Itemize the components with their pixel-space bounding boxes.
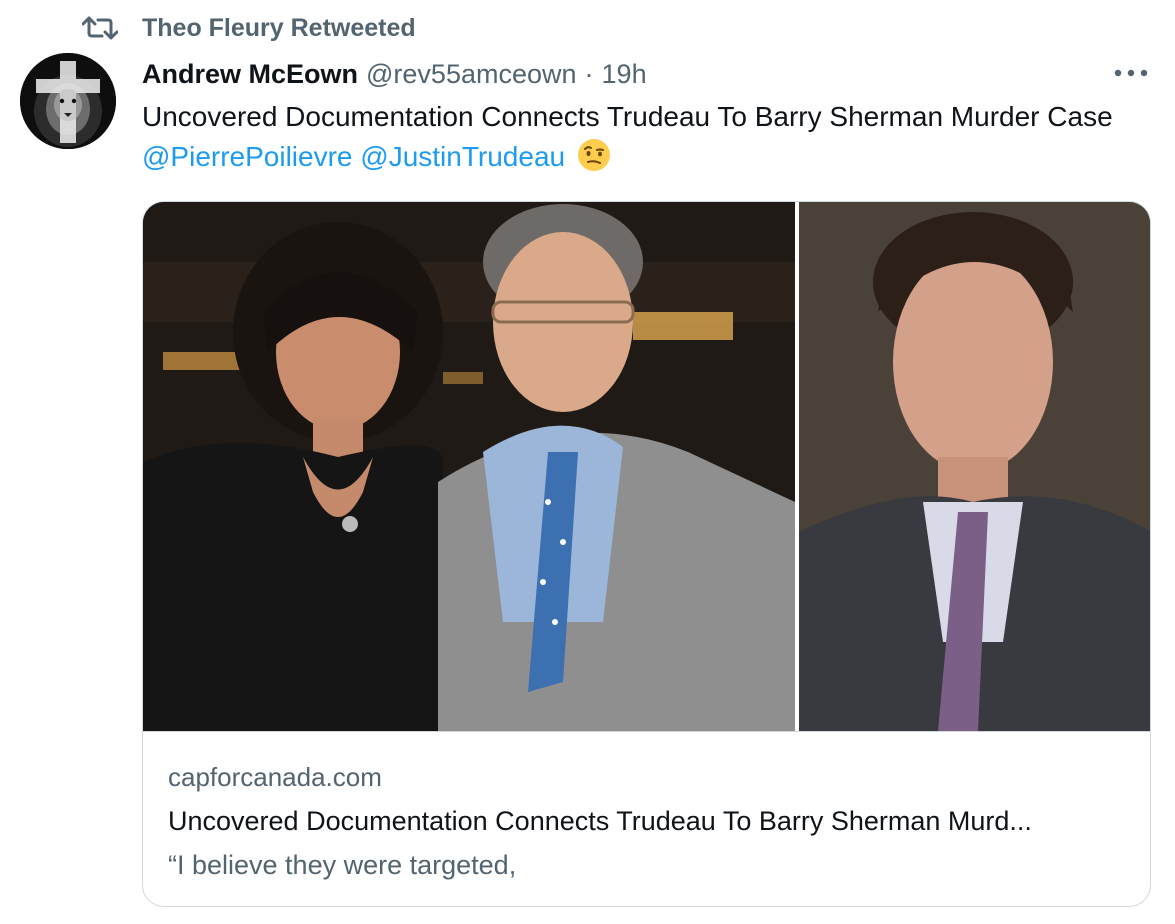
mention-pierrepoilievre[interactable]: @PierrePoilievre <box>142 141 353 172</box>
avatar[interactable] <box>20 53 116 149</box>
card-photo-illustration <box>143 202 1150 731</box>
card-description: “I believe they were targeted, <box>168 850 517 880</box>
tweet-timestamp[interactable]: 19h <box>602 59 647 90</box>
author-handle[interactable]: @rev55amceown <box>366 59 577 90</box>
header-separator: · <box>584 58 594 89</box>
more-dots-icon <box>1114 69 1148 77</box>
tweet-header: Andrew McEown @rev55amceown · 19h <box>142 56 647 92</box>
card-domain: capforcanada.com <box>168 762 382 792</box>
author-name[interactable]: Andrew McEown <box>142 59 358 90</box>
lion-cross-avatar-image <box>20 53 116 149</box>
retweet-label[interactable]: Theo Fleury Retweeted <box>142 14 416 43</box>
card-info[interactable]: capforcanada.com Uncovered Documentation… <box>143 731 1150 906</box>
retweet-icon <box>82 12 122 44</box>
retweet-indicator[interactable]: Theo Fleury Retweeted <box>82 10 416 46</box>
raised-eyebrow-emoji-icon <box>577 138 611 172</box>
image-divider <box>795 202 799 731</box>
tweet-text: Uncovered Documentation Connects Trudeau… <box>142 97 1142 177</box>
card-image[interactable] <box>143 202 1150 731</box>
card-title: Uncovered Documentation Connects Trudeau… <box>168 806 1032 836</box>
more-options-button[interactable] <box>1111 58 1151 88</box>
tweet-body: Uncovered Documentation Connects Trudeau… <box>142 101 1113 132</box>
mention-justintrudeau[interactable]: @JustinTrudeau <box>360 141 565 172</box>
link-preview-card[interactable]: capforcanada.com Uncovered Documentation… <box>142 201 1151 907</box>
